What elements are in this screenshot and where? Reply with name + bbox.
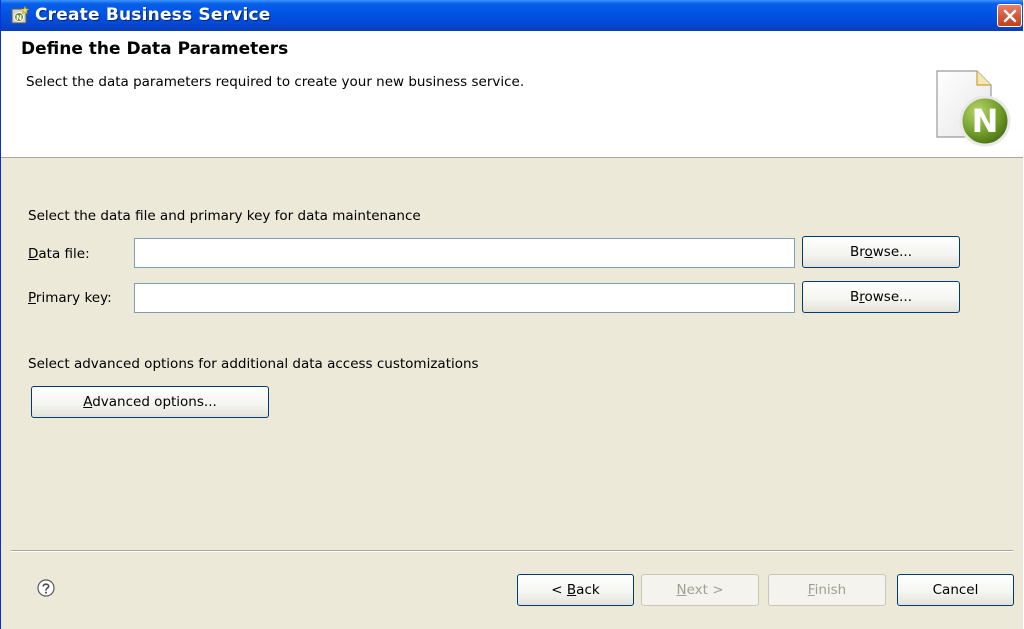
page-title: Define the Data Parameters (21, 39, 289, 59)
cancel-button[interactable]: Cancel (897, 574, 1014, 606)
data-file-browse-button[interactable]: Browse... (802, 236, 960, 268)
window-title: Create Business Service (35, 5, 271, 25)
data-section-heading: Select the data file and primary key for… (28, 208, 421, 224)
svg-text:N: N (16, 14, 22, 22)
finish-button[interactable]: Finish (768, 574, 886, 606)
back-button[interactable]: < Back (517, 574, 634, 606)
primary-key-label: Primary key: (28, 290, 112, 306)
create-business-service-dialog: N Create Business Service Define the Dat… (0, 0, 1023, 629)
primary-key-browse-button[interactable]: Browse... (802, 281, 960, 313)
document-n-icon: N (936, 70, 1011, 147)
data-file-input[interactable] (134, 238, 795, 268)
next-button[interactable]: Next > (641, 574, 759, 606)
data-file-label: Data file: (28, 246, 90, 262)
page-description: Select the data parameters required to c… (26, 74, 525, 90)
wizard-app-icon: N (11, 6, 29, 24)
close-button[interactable] (997, 4, 1022, 27)
help-icon[interactable] (37, 579, 55, 597)
primary-key-input[interactable] (134, 283, 795, 313)
title-bar[interactable]: N Create Business Service (1, 0, 1023, 31)
graphic-letter: N (972, 102, 999, 140)
advanced-section-heading: Select advanced options for additional d… (28, 356, 479, 372)
close-icon (1003, 9, 1017, 23)
advanced-options-button[interactable]: Advanced options... (31, 386, 269, 418)
footer-divider (11, 550, 1013, 552)
